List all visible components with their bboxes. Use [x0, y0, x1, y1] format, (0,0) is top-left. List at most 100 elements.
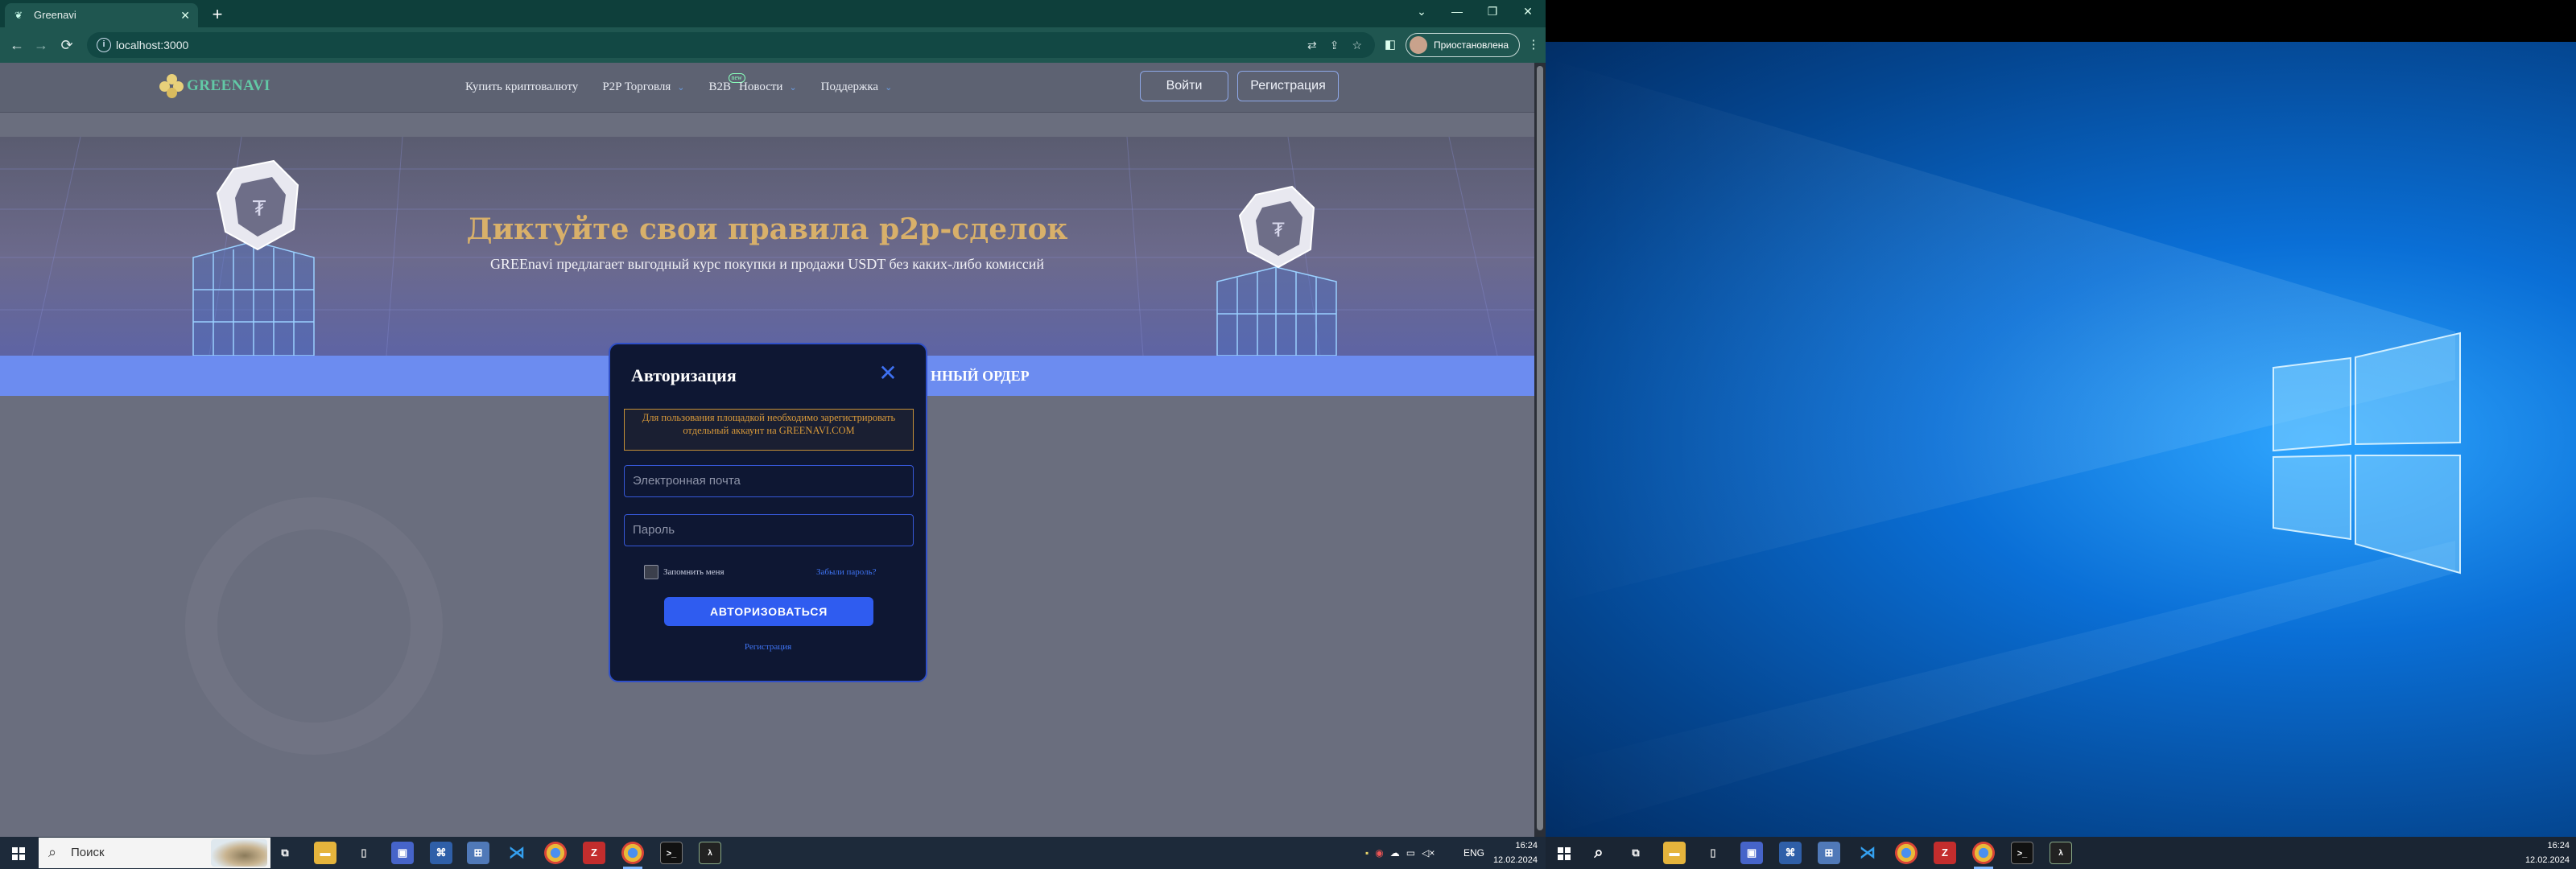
tab-title: Greenavi: [34, 9, 76, 21]
network-app-icon[interactable]: ⌘: [1779, 842, 1802, 864]
chrome-icon[interactable]: [1895, 842, 1918, 864]
auth-modal: Авторизация ✕ Для пользования площадкой …: [609, 343, 927, 682]
site-header: GREENAVI Купить криптовалюту P2P Торговл…: [0, 63, 1534, 113]
password-field[interactable]: Пароль: [624, 514, 914, 546]
restore-button[interactable]: ❐: [1475, 0, 1510, 23]
windows-wallpaper-logo: [1546, 58, 2461, 837]
chrome-icon[interactable]: [544, 842, 567, 864]
modal-title: Авторизация: [631, 365, 737, 385]
login-button[interactable]: Войти: [1140, 71, 1228, 101]
forward-icon[interactable]: →: [31, 35, 52, 56]
browser-tab[interactable]: ❦ Greenavi ✕: [5, 3, 198, 27]
clock-date: 12.02.2024: [1492, 855, 1538, 865]
share-icon[interactable]: ⇪: [1330, 39, 1340, 52]
clock[interactable]: 16:24 12.02.2024: [1491, 838, 1538, 867]
page-scrollbar[interactable]: [1534, 63, 1546, 837]
search-highlight-image: [211, 839, 267, 867]
filezilla-icon[interactable]: Z: [1934, 842, 1956, 864]
chevron-down-icon: ⌄: [789, 82, 797, 93]
remote-app-icon[interactable]: ⊞: [1818, 842, 1840, 864]
chrome-active-icon[interactable]: [621, 842, 644, 869]
profile-label: Приостановлена: [1434, 39, 1509, 51]
search-placeholder: Поиск: [71, 846, 105, 859]
email-field[interactable]: Электронная почта: [624, 465, 914, 497]
right-monitor: ⌕ ⧉ ▬ ▯ ▣ ⌘ ⊞ ⋊ Z >_ λ 16:24 12.02.2024: [1546, 0, 2576, 869]
close-icon[interactable]: ✕: [876, 362, 900, 386]
side-panel-icon[interactable]: ◧: [1381, 36, 1399, 54]
wsl-terminal-icon[interactable]: λ: [2050, 842, 2072, 864]
nav-support[interactable]: Поддержка ⌄: [821, 80, 893, 94]
logo-text: GREENAVI: [187, 77, 270, 94]
volume-icon[interactable]: ◁×: [1422, 847, 1435, 859]
floppy-app-icon[interactable]: ▣: [391, 842, 414, 864]
tray-network-icon[interactable]: ▭: [1406, 847, 1415, 859]
tab-search-icon[interactable]: ⌄: [1404, 0, 1439, 23]
bookmark-star-icon[interactable]: ☆: [1352, 39, 1362, 52]
taskbar-search[interactable]: ⌕ Поиск: [39, 838, 270, 868]
main-nav: Купить криптовалюту P2P Торговля ⌄ B2B new…: [465, 63, 916, 111]
search-icon[interactable]: ⌕: [1587, 842, 1610, 864]
nav-b2b[interactable]: B2B new: [709, 72, 745, 94]
minimize-button[interactable]: —: [1439, 0, 1475, 23]
site-logo[interactable]: GREENAVI: [159, 72, 270, 100]
nav-news[interactable]: Новости ⌄: [739, 80, 797, 94]
translate-icon[interactable]: ⇄: [1307, 39, 1317, 52]
vscode-icon[interactable]: ⋊: [1856, 842, 1879, 864]
clover-logo-icon: [159, 74, 184, 98]
url-text[interactable]: localhost:3000: [116, 32, 188, 58]
register-button[interactable]: Регистрация: [1237, 71, 1339, 101]
notepad-icon[interactable]: ▯: [353, 842, 375, 864]
tray-shield-icon[interactable]: ◉: [1375, 847, 1383, 859]
start-button[interactable]: [0, 837, 37, 869]
notepad-icon[interactable]: ▯: [1702, 842, 1724, 864]
file-explorer-icon[interactable]: ▬: [1663, 842, 1686, 864]
registration-warning: Для пользования площадкой необходимо зар…: [624, 409, 914, 451]
vscode-icon[interactable]: ⋊: [506, 842, 528, 864]
wsl-terminal-icon[interactable]: λ: [699, 842, 721, 864]
hero-subtitle: GREEnavi предлагает выгодный курс покупк…: [489, 256, 1045, 272]
tab-strip: ❦ Greenavi ✕ + ⌄ — ❐ ✕: [0, 0, 1546, 27]
network-app-icon[interactable]: ⌘: [430, 842, 452, 864]
scrollbar-thumb[interactable]: [1537, 66, 1543, 830]
nav-buy-crypto[interactable]: Купить криптовалюту: [465, 80, 578, 94]
remember-me-checkbox[interactable]: Запомнить меня: [644, 565, 724, 579]
chevron-down-icon: ⌄: [885, 82, 893, 93]
forgot-password-link[interactable]: Забыли пароль?: [816, 567, 877, 577]
taskbar-left: ⌕ Поиск ⧉ ▬ ▯ ▣ ⌘ ⊞ ⋊ Z >_ λ ▪ ◉ ☁ ▭ ◁× …: [0, 837, 1546, 869]
chevron-down-icon: ⌄: [677, 82, 685, 93]
tray-app-icon[interactable]: ▪: [1365, 847, 1368, 859]
site-info-icon[interactable]: i: [97, 38, 111, 52]
web-page: GREENAVI Купить криптовалюту P2P Торговл…: [0, 63, 1534, 837]
authorize-button[interactable]: АВТОРИЗОВАТЬСЯ: [664, 597, 873, 626]
windows-logo-icon: [1558, 847, 1571, 860]
nav-p2p-trading[interactable]: P2P Торговля ⌄: [602, 80, 684, 94]
chrome-active-icon[interactable]: [1972, 842, 1995, 869]
checkbox-box[interactable]: [644, 565, 658, 579]
new-tab-button[interactable]: +: [206, 3, 229, 26]
address-bar[interactable]: i localhost:3000 ⇄ ⇪ ☆: [87, 32, 1375, 58]
tray-cloud-icon[interactable]: ☁: [1390, 847, 1400, 859]
desktop-wallpaper: [1546, 42, 2576, 837]
filezilla-icon[interactable]: Z: [583, 842, 605, 864]
back-icon[interactable]: ←: [6, 35, 27, 56]
avatar: [1410, 36, 1427, 54]
task-view-icon[interactable]: ⧉: [274, 842, 296, 864]
profile-button[interactable]: Приостановлена: [1406, 33, 1520, 57]
greenavi-favicon-icon: ❦: [14, 10, 23, 21]
reload-icon[interactable]: ⟳: [56, 35, 77, 56]
start-button-2[interactable]: [1546, 837, 1583, 869]
clock-date: 12.02.2024: [2524, 855, 2570, 865]
clock-2[interactable]: 16:24 12.02.2024: [2516, 838, 2570, 867]
file-explorer-icon[interactable]: ▬: [314, 842, 336, 864]
tab-close-icon[interactable]: ✕: [180, 3, 190, 27]
menu-dots-icon[interactable]: ⋮: [1525, 36, 1542, 54]
system-tray: ▪ ◉ ☁ ▭ ◁×: [1365, 837, 1454, 869]
floppy-app-icon[interactable]: ▣: [1740, 842, 1763, 864]
remote-app-icon[interactable]: ⊞: [467, 842, 489, 864]
terminal-icon[interactable]: >_: [660, 842, 683, 864]
close-window-button[interactable]: ✕: [1510, 0, 1546, 23]
language-indicator[interactable]: ENG: [1463, 837, 1484, 869]
terminal-icon[interactable]: >_: [2011, 842, 2033, 864]
task-view-icon[interactable]: ⧉: [1624, 842, 1647, 864]
register-link[interactable]: Регистрация: [610, 642, 926, 652]
